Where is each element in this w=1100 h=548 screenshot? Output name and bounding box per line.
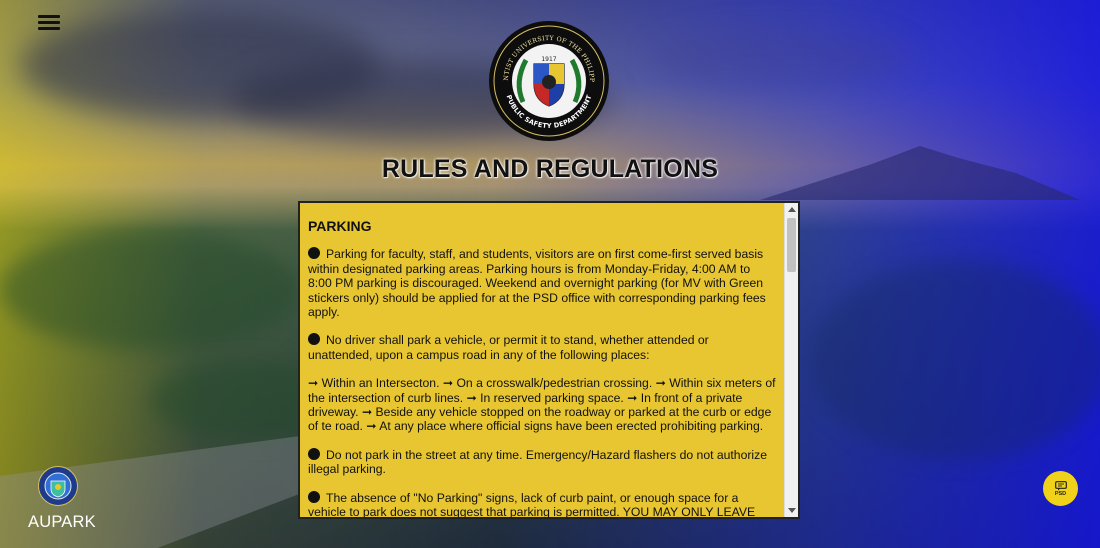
chat-label: PSD <box>1054 490 1067 497</box>
scroll-up-arrow-icon[interactable] <box>788 207 796 212</box>
scroll-thumb[interactable] <box>787 218 796 272</box>
hamburger-menu-icon[interactable] <box>38 15 60 31</box>
chat-bubble-icon <box>1054 480 1067 490</box>
bullet-icon <box>308 247 320 260</box>
rule-paragraph: No driver shall park a vehicle, or permi… <box>308 333 709 362</box>
bullet-icon <box>308 333 320 346</box>
rules-panel[interactable]: PARKING Parking for faculty, staff, and … <box>298 201 800 519</box>
rules-section-heading: PARKING <box>308 218 372 234</box>
seal-year: 1917 <box>541 56 556 63</box>
scroll-down-arrow-icon[interactable] <box>788 508 796 513</box>
bullet-icon <box>308 490 320 503</box>
bullet-icon <box>308 447 320 460</box>
psd-seal-logo: ADVENTIST UNIVERSITY OF THE PHILIPPINES … <box>485 15 610 142</box>
chat-button[interactable]: PSD <box>1043 471 1078 506</box>
page-title: RULES AND REGULATIONS <box>381 155 719 183</box>
rules-scroll-content: PARKING Parking for faculty, staff, and … <box>300 203 784 517</box>
aupark-logo-icon <box>38 466 78 506</box>
rule-paragraph: Parking for faculty, staff, and students… <box>308 247 766 320</box>
rule-paragraph: Do not park in the street at any time. E… <box>308 447 768 477</box>
rule-paragraph: ➞ Within an Intersecton. ➞ On a crosswal… <box>308 376 776 434</box>
brand-name: AUPARK <box>28 513 96 531</box>
rule-paragraph: The absence of "No Parking" signs, lack … <box>308 490 756 517</box>
rules-scrollbar[interactable] <box>784 203 798 517</box>
